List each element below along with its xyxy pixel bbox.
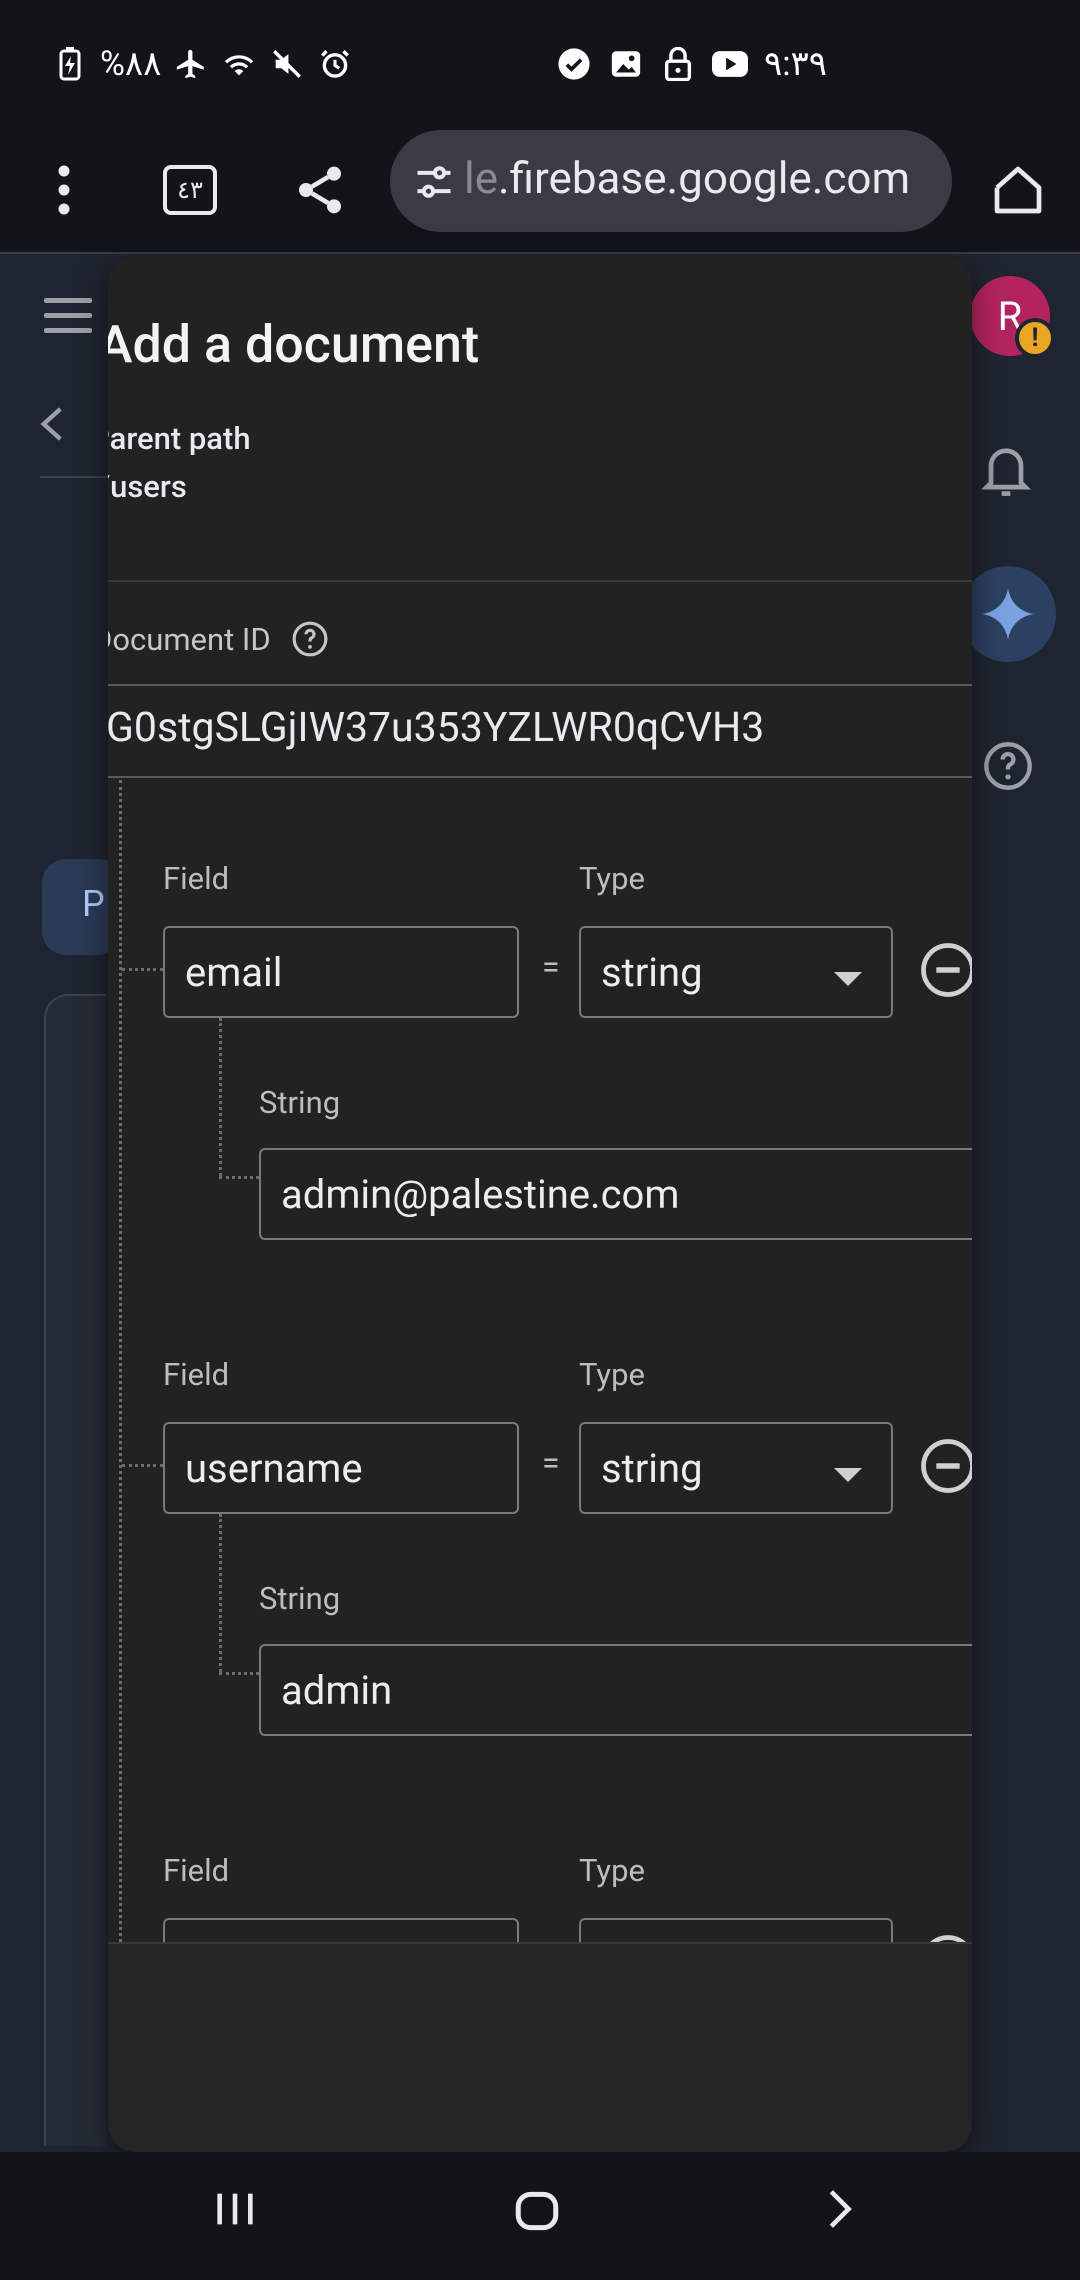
tree-line (122, 1464, 163, 1467)
divider (108, 580, 972, 582)
url-bar[interactable]: le.firebase.google.com (390, 130, 952, 232)
tree-line (219, 1672, 259, 1675)
back-icon[interactable] (816, 2186, 862, 2232)
field-label: Field (163, 860, 230, 897)
gemini-button[interactable] (960, 566, 1056, 662)
divider (40, 476, 110, 478)
dropdown-arrow-icon (834, 1468, 862, 1482)
field-value-input[interactable]: admin@palestine.com (259, 1148, 972, 1240)
document-id-label-row: Document ID (108, 620, 329, 658)
remove-field-icon[interactable] (920, 942, 972, 998)
recent-apps-icon[interactable] (212, 2186, 258, 2232)
tree-line (122, 968, 163, 971)
battery-percent: %٨٨ (100, 44, 162, 84)
tree-line (219, 1176, 259, 1179)
lock-icon (660, 46, 696, 82)
gallery-icon (608, 46, 644, 82)
airplane-icon (173, 46, 209, 82)
type-label: Type (579, 1852, 645, 1889)
check-circle-icon (556, 46, 592, 82)
field-name-input[interactable]: username (163, 1422, 519, 1514)
clock: ٩:٣٩ (764, 44, 828, 84)
share-icon[interactable] (280, 150, 360, 230)
background-card (44, 994, 106, 2146)
home-icon[interactable] (978, 150, 1058, 230)
sparkle-icon (982, 588, 1034, 640)
type-select-value: string (601, 1444, 703, 1492)
system-nav-bar (0, 2152, 1080, 2280)
warning-badge-icon: ! (1015, 318, 1055, 358)
type-label: Type (579, 860, 645, 897)
tree-line (219, 1514, 222, 1672)
add-document-dialog: Add a document Parent path /users Docume… (108, 256, 972, 2152)
help-icon[interactable] (291, 620, 329, 658)
tree-line (119, 780, 122, 1942)
bell-icon[interactable] (980, 440, 1032, 500)
equals-sign: = (542, 1444, 560, 1482)
help-icon[interactable] (982, 740, 1034, 792)
document-id-label: Document ID (108, 620, 271, 658)
battery-charging-icon (52, 46, 88, 82)
youtube-icon (712, 46, 748, 82)
field-name-input[interactable]: email (163, 926, 519, 1018)
divider (108, 684, 972, 686)
field-value-input[interactable]: admin (259, 1644, 972, 1736)
type-select-value: string (601, 948, 703, 996)
remove-field-icon[interactable] (920, 1438, 972, 1494)
status-bar: %٨٨ ٩:٣٩ (0, 0, 1080, 128)
string-label: String (259, 1084, 341, 1121)
back-arrow-icon[interactable] (34, 404, 70, 444)
dialog-footer (108, 1942, 972, 2152)
mute-icon (269, 46, 305, 82)
home-button-icon[interactable] (512, 2186, 562, 2236)
more-vert-icon[interactable] (24, 150, 104, 230)
parent-path-label: Parent path (108, 420, 251, 457)
tab-switcher-button[interactable]: ٤٣ (150, 150, 230, 230)
dropdown-arrow-icon (834, 972, 862, 986)
site-settings-icon[interactable] (412, 160, 456, 204)
parent-path-value: /users (108, 468, 187, 505)
hamburger-menu-icon[interactable] (44, 298, 92, 334)
tree-line (219, 1018, 222, 1176)
url-text: le.firebase.google.com (464, 152, 911, 204)
string-label: String (259, 1580, 341, 1617)
type-label: Type (579, 1356, 645, 1393)
dialog-title: Add a document (108, 314, 480, 375)
field-label: Field (163, 1356, 230, 1393)
wifi-icon (221, 46, 257, 82)
tab-count: ٤٣ (163, 165, 217, 215)
equals-sign: = (542, 948, 560, 986)
alarm-icon (317, 46, 353, 82)
document-id-input[interactable]: G0stgSLGjIW37u353YZLWR0qCVH3 (108, 704, 764, 752)
field-label: Field (163, 1852, 230, 1889)
divider (108, 776, 972, 778)
